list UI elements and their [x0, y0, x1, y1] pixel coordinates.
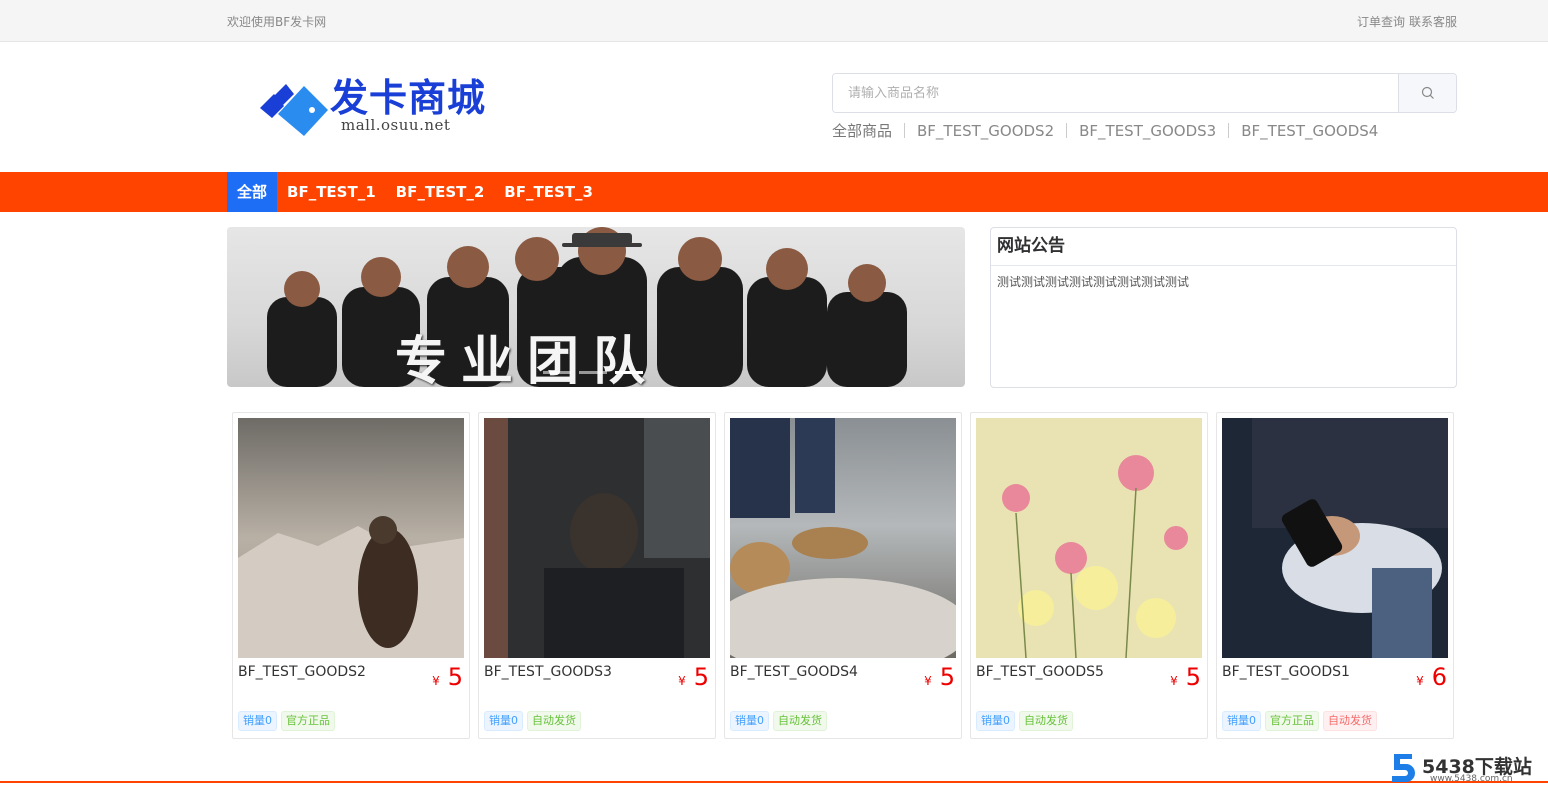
sales-badge: 销量0 [484, 711, 523, 731]
nav-item-bf-test-3[interactable]: BF_TEST_3 [494, 172, 603, 212]
quick-link-goods4[interactable]: BF_TEST_GOODS4 [1241, 122, 1378, 140]
product-card[interactable]: BF_TEST_GOODS1 ¥6 销量0 官方正品 自动发货 [1216, 412, 1454, 739]
product-tags: 销量0 官方正品 自动发货 [1222, 711, 1377, 731]
nav-item-all[interactable]: 全部 [227, 172, 278, 212]
quick-link-goods3[interactable]: BF_TEST_GOODS3 [1079, 122, 1216, 140]
contact-support-link[interactable]: 联系客服 [1409, 13, 1457, 30]
product-image [976, 418, 1202, 658]
sales-badge: 销量0 [730, 711, 769, 731]
sales-badge: 销量0 [238, 711, 277, 731]
product-name: BF_TEST_GOODS1 [1222, 664, 1350, 680]
product-name: BF_TEST_GOODS2 [238, 664, 366, 680]
carousel-indicators [543, 371, 643, 374]
carousel-dot[interactable] [579, 371, 607, 374]
logo-title: 发卡商城 [330, 76, 487, 120]
product-price: ¥5 [924, 663, 955, 691]
product-card[interactable]: BF_TEST_GOODS5 ¥5 销量0 自动发货 [970, 412, 1208, 739]
search-bar [832, 73, 1457, 113]
currency-symbol: ¥ [924, 674, 932, 688]
notice-body: 测试测试测试测试测试测试测试测试 [997, 275, 1190, 289]
quick-link-goods2[interactable]: BF_TEST_GOODS2 [917, 122, 1054, 140]
carousel-dot[interactable] [543, 371, 571, 374]
price-value: 5 [939, 663, 955, 691]
site-logo[interactable]: 发卡商城 mall.osuu.net [260, 76, 500, 138]
product-price: ¥5 [678, 663, 709, 691]
watermark-logo-icon [1392, 754, 1415, 782]
logo-subtitle: mall.osuu.net [341, 116, 451, 134]
watermark-subtext: www.5438.com.cn [1430, 774, 1513, 784]
product-image [730, 418, 956, 658]
divider [1066, 123, 1068, 138]
divider [904, 123, 906, 138]
currency-symbol: ¥ [432, 674, 440, 688]
feature-badge: 自动发货 [1019, 711, 1073, 731]
product-price: ¥5 [432, 663, 463, 691]
banner-row: 专业团队 网站公告 测试测试测试测试测试测试测试测试 [227, 212, 1457, 412]
currency-symbol: ¥ [1170, 674, 1178, 688]
search-input[interactable] [833, 74, 1398, 112]
carousel-dot[interactable] [615, 371, 643, 374]
product-name: BF_TEST_GOODS3 [484, 664, 612, 680]
product-tags: 销量0 自动发货 [730, 711, 827, 731]
product-tags: 销量0 官方正品 [238, 711, 335, 731]
currency-symbol: ¥ [678, 674, 686, 688]
watermark: 5438下载站 www.5438.com.cn [1390, 752, 1532, 784]
logo-mark-icon [260, 84, 328, 136]
product-card[interactable]: BF_TEST_GOODS4 ¥5 销量0 自动发货 [724, 412, 962, 739]
product-name: BF_TEST_GOODS5 [976, 664, 1104, 680]
product-price: ¥5 [1170, 663, 1201, 691]
goods-list: BF_TEST_GOODS2 ¥5 销量0 官方正品 BF_TEST_GOODS… [232, 412, 1457, 739]
feature-badge: 自动发货 [527, 711, 581, 731]
product-card[interactable]: BF_TEST_GOODS2 ¥5 销量0 官方正品 [232, 412, 470, 739]
feature-badge: 自动发货 [773, 711, 827, 731]
product-image [484, 418, 710, 658]
divider [1228, 123, 1230, 138]
search-button[interactable] [1398, 74, 1456, 112]
price-value: 6 [1431, 663, 1447, 691]
notice-panel: 网站公告 测试测试测试测试测试测试测试测试 [990, 227, 1457, 388]
quick-links: 全部商品 BF_TEST_GOODS2 BF_TEST_GOODS3 BF_TE… [832, 120, 1378, 141]
feature-badge: 官方正品 [1265, 711, 1319, 731]
banner-caption: 专业团队 [395, 332, 660, 387]
currency-symbol: ¥ [1416, 674, 1424, 688]
product-name: BF_TEST_GOODS4 [730, 664, 858, 680]
product-image [238, 418, 464, 658]
product-card[interactable]: BF_TEST_GOODS3 ¥5 销量0 自动发货 [478, 412, 716, 739]
nav-item-bf-test-1[interactable]: BF_TEST_1 [277, 172, 386, 212]
price-value: 5 [1185, 663, 1201, 691]
product-tags: 销量0 自动发货 [976, 711, 1073, 731]
nav-item-bf-test-2[interactable]: BF_TEST_2 [386, 172, 495, 212]
header: 发卡商城 mall.osuu.net 全部商品 BF_TEST_GOODS2 B… [0, 42, 1548, 172]
top-bar: 欢迎使用BF发卡网 订单查询 联系客服 [0, 0, 1548, 42]
notice-title: 网站公告 [991, 228, 1456, 266]
category-nav: 全部 BF_TEST_1 BF_TEST_2 BF_TEST_3 [0, 172, 1548, 212]
footer-divider [0, 781, 1548, 783]
product-price: ¥6 [1416, 663, 1447, 691]
search-icon [1421, 86, 1434, 99]
product-image [1222, 418, 1448, 658]
top-links: 订单查询 联系客服 [1357, 13, 1457, 30]
sales-badge: 销量0 [1222, 711, 1261, 731]
welcome-text: 欢迎使用BF发卡网 [227, 14, 327, 29]
order-query-link[interactable]: 订单查询 [1357, 13, 1405, 30]
feature-badge: 自动发货 [1323, 711, 1377, 731]
feature-badge: 官方正品 [281, 711, 335, 731]
quick-link-all-goods[interactable]: 全部商品 [832, 120, 892, 141]
banner-carousel[interactable]: 专业团队 [227, 227, 965, 387]
product-tags: 销量0 自动发货 [484, 711, 581, 731]
sales-badge: 销量0 [976, 711, 1015, 731]
price-value: 5 [447, 663, 463, 691]
price-value: 5 [693, 663, 709, 691]
